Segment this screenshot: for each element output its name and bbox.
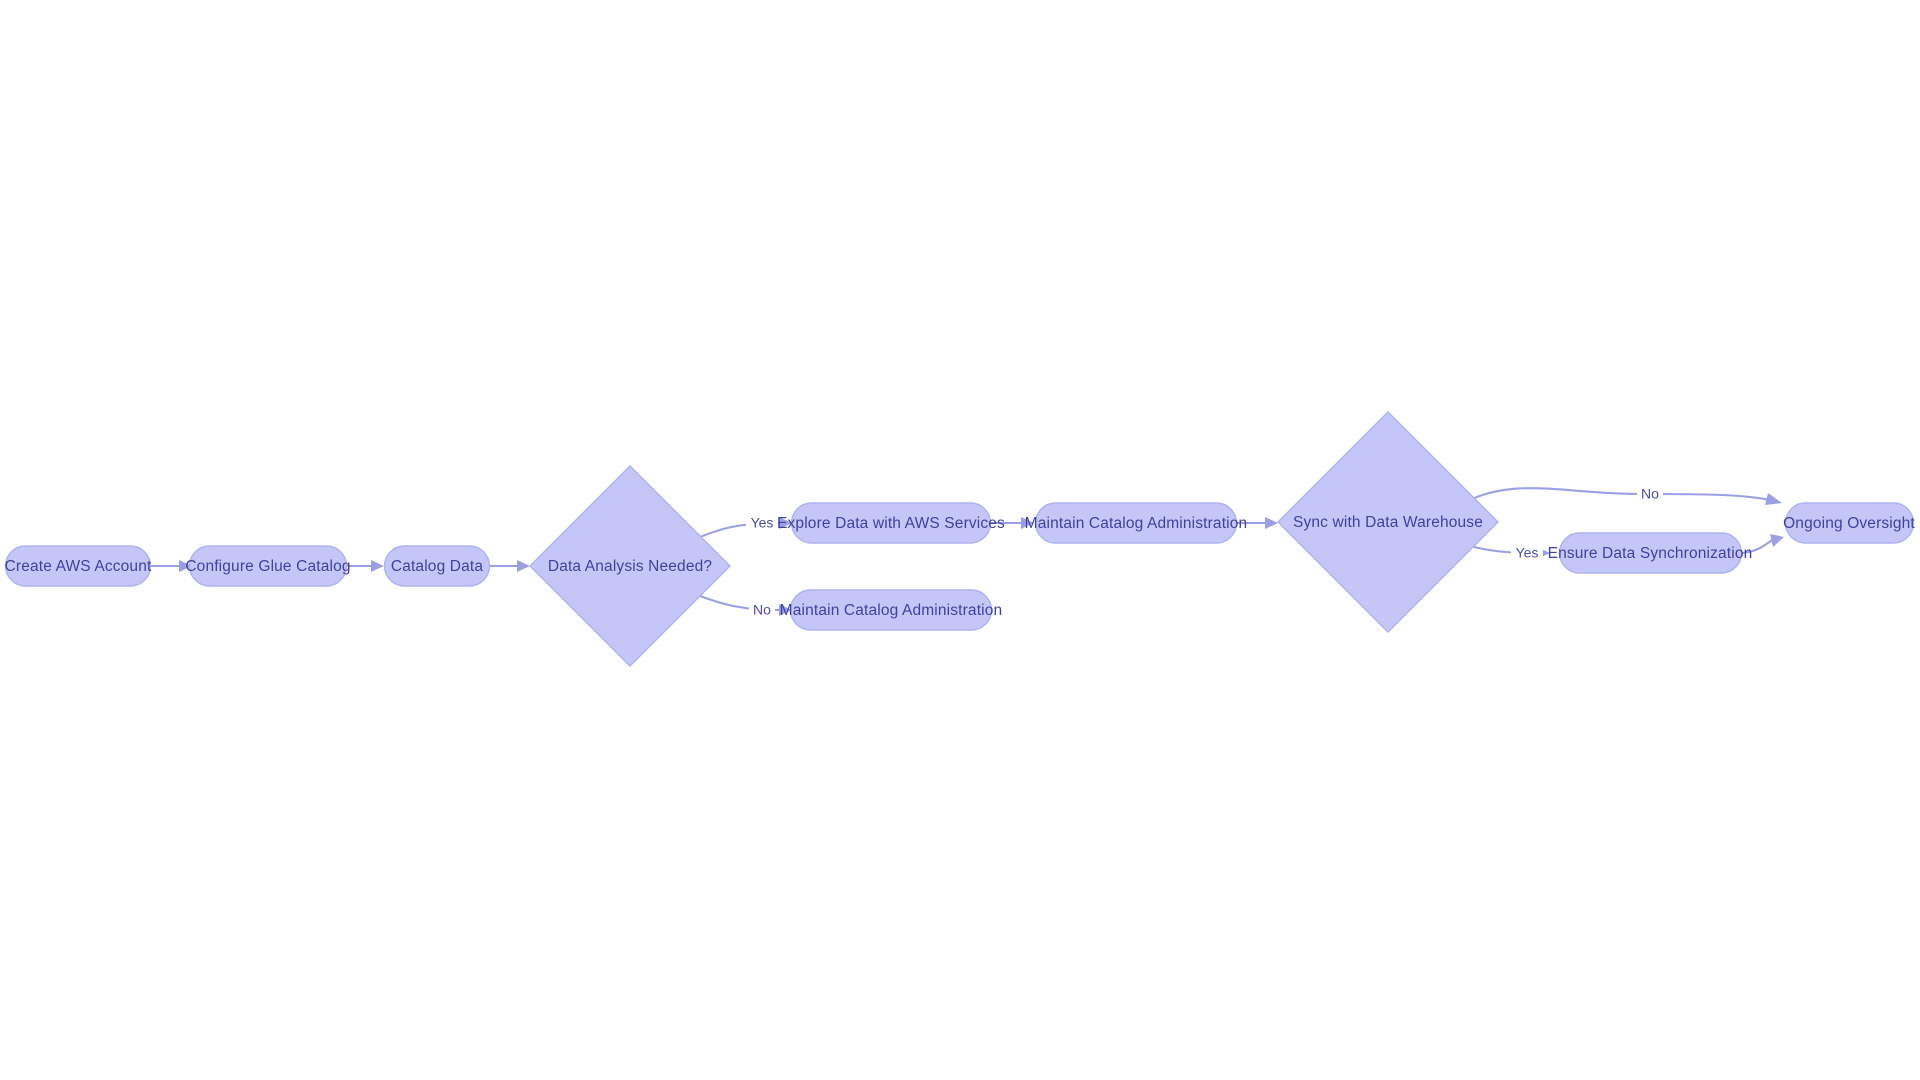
node-label-text: Ongoing Oversight (1783, 515, 1915, 532)
node-create-aws-account[interactable]: Create AWS Account (5, 545, 152, 587)
edge-label-no-sync: No (1637, 485, 1663, 503)
node-label-text: Create AWS Account (5, 558, 152, 575)
node-label-text: Catalog Data (391, 558, 484, 575)
edge-label-no-analysis: No (749, 601, 775, 619)
node-label-text: Data Analysis Needed? (548, 558, 713, 575)
node-label-text: Explore Data with AWS Services (777, 515, 1005, 532)
node-configure-glue-catalog[interactable]: Configure Glue Catalog (185, 545, 350, 587)
node-label-text: Maintain Catalog Administration (780, 602, 1003, 619)
node-layer: Create AWS Account Configure Glue Catalo… (5, 411, 1915, 667)
edge-label-yes-analysis: Yes (746, 514, 778, 532)
flowchart-canvas: Yes No No Yes Create AWS Account Configu… (0, 0, 1920, 1080)
edge-decision-analysis-no (698, 594, 792, 616)
node-explore-data-with-aws-services[interactable]: Explore Data with AWS Services (777, 502, 1005, 544)
node-label-text: Ensure Data Synchronization (1548, 545, 1753, 562)
node-ensure-data-synchronization[interactable]: Ensure Data Synchronization (1548, 532, 1753, 574)
edge-label-text: Yes (1516, 545, 1539, 561)
edge-label-yes-sync: Yes (1511, 544, 1543, 562)
edge-configure-glue-to-catalog-data (345, 560, 384, 572)
node-ongoing-oversight[interactable]: Ongoing Oversight (1783, 502, 1915, 544)
node-label-text: Configure Glue Catalog (185, 558, 350, 575)
flowchart-svg: Yes No No Yes Create AWS Account Configu… (5, 411, 1915, 667)
edge-decision-sync-no (1470, 487, 1782, 505)
edge-label-text: Yes (751, 515, 774, 531)
node-decision-sync-with-data-warehouse[interactable]: Sync with Data Warehouse (1277, 411, 1499, 633)
edge-catalog-data-to-decision-analysis (488, 560, 530, 572)
node-catalog-data[interactable]: Catalog Data (383, 545, 491, 587)
node-maintain-catalog-administration-main[interactable]: Maintain Catalog Administration (1025, 502, 1248, 544)
edge-label-text: No (1641, 486, 1659, 502)
node-maintain-catalog-administration-no-branch[interactable]: Maintain Catalog Administration (780, 589, 1003, 631)
node-label-text: Sync with Data Warehouse (1293, 514, 1483, 531)
edge-label-text: No (753, 602, 771, 618)
node-decision-data-analysis-needed[interactable]: Data Analysis Needed? (529, 465, 731, 667)
node-label-text: Maintain Catalog Administration (1025, 515, 1248, 532)
